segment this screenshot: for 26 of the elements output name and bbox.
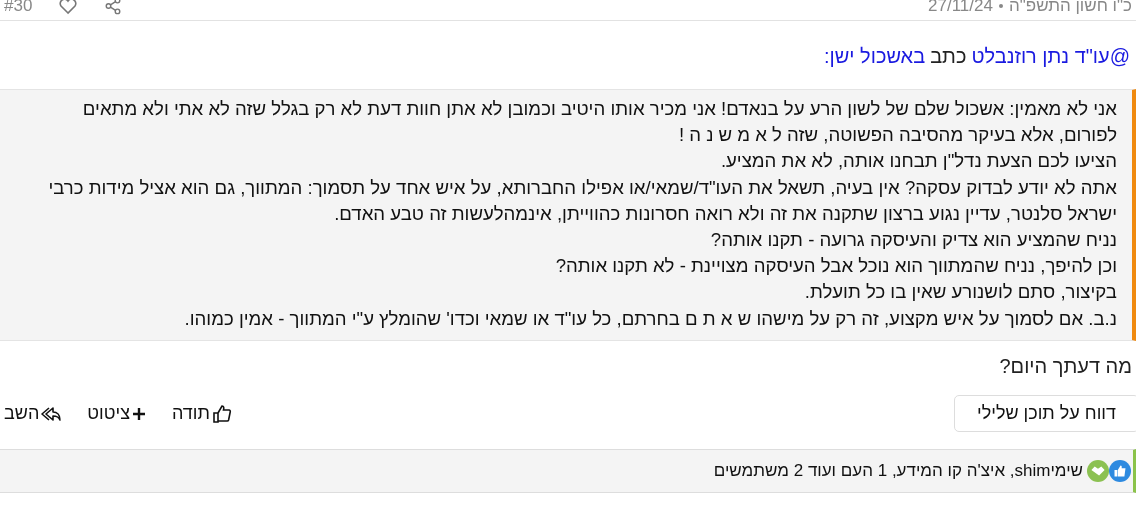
post-number[interactable]: #30 [4,0,33,16]
quote-line: אני לא מאמין: אשכול שלם של לשון הרע על בנאדם! אני מכיר אותו היטיב וכמובן לא אתן חוות דעת לא רק בגלל שזה לא אתי ולא מתאים [81,97,1117,121]
heart-icon[interactable] [58,0,79,16]
thumbs-up-icon [1109,459,1131,482]
quote-line: וכן להיפך, נניח שהמתווך הוא נוכל אבל העיסקה מצויינת - לא תקנו אותה? [554,254,1117,279]
report-button[interactable]: דווח על תוכן שלילי [954,395,1136,433]
quote-line: בקיצור, סתם לושנורע שאין בו כל תועלת. [803,280,1117,305]
quote-line: נ.ב. אם לסמוך על איש מקצוע, זה רק על מישהו ש א ת ם בחרתם, כל עו"ד או שמאי וכדו' שהומלץ ע"י המתווך - אמין כמוהו. [183,306,1117,331]
share-icon[interactable] [104,0,123,15]
attribution-text: כתב [930,45,967,67]
action-button[interactable]: השב [4,403,62,425]
reactions-text[interactable]: שימיshim, איצ'ה קו המידע, 1 העם ועוד 2 משתמשים [713,460,1083,481]
quote-line: נניח שהמציע הוא צדיק והעיסקה גרועה - תקנו אותה? [709,228,1117,252]
action-button[interactable]: תודה [172,403,232,425]
thumbs-up-icon [211,403,232,424]
prompt-text: מה דעתך היום? [998,353,1133,379]
author-link[interactable]: @עו"ד נתן רוזנבלט [971,45,1130,67]
quote-line: לפורום, אלא בעיקר מהסיבה הפשוטה, שזה ל א מ ש נ ה ! [677,123,1117,148]
quote-line: אתה לא יודע לבדוק עסקה? אין בעיה, תשאל את העו"ד/שמאי/או אפילו החברותא, על איש אחד על תסמוך: המתווך, גם הוא אציל מידות כרבי [47,175,1117,200]
action-button[interactable]: ציטוט [87,403,146,425]
quote-line: ישראל סלנטר, עדיין נגוע ברצון שתקנה את זה ולא רואה חסרונות כהווייתן, אינמהלעשות זה טבע האדם. [333,201,1117,226]
separator-dot [998,4,1003,8]
plus-icon [132,406,146,421]
thread-link[interactable]: באשכול ישן: [824,45,926,67]
quote-line: הציעו לכם הצעת נדל"ן תבחנו אותה, לא את המציע. [719,149,1117,174]
hebrew-date: כ"ו חשון התשפ"ה [1008,0,1132,16]
